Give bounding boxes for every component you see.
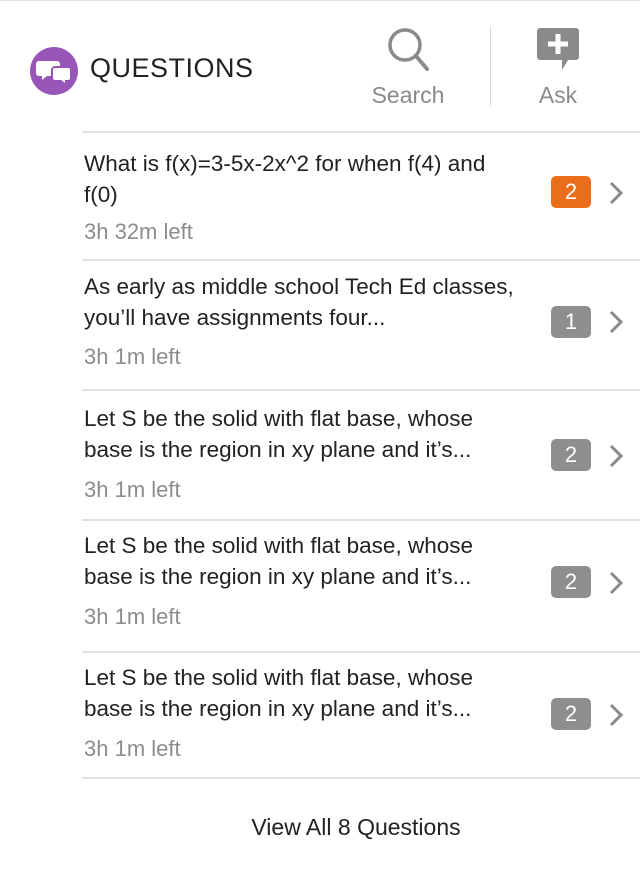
- question-row[interactable]: Let S be the solid with flat base, whose…: [82, 530, 640, 644]
- page-title: QUESTIONS: [90, 53, 254, 83]
- question-row[interactable]: Let S be the solid with flat base, whose…: [82, 403, 640, 516]
- question-row[interactable]: As early as middle school Tech Ed classe…: [82, 271, 640, 386]
- answer-count-badge: 1: [551, 306, 591, 338]
- question-row[interactable]: What is f(x)=3-5x-2x^2 for when f(4) and…: [82, 148, 640, 256]
- divider: [82, 651, 640, 653]
- divider: [82, 389, 640, 391]
- answer-count-badge: 2: [551, 566, 591, 598]
- add-question-icon: [537, 28, 579, 70]
- chevron-right-icon: [609, 181, 624, 205]
- question-text: Let S be the solid with flat base, whose…: [84, 406, 473, 462]
- chevron-right-icon: [609, 571, 624, 595]
- question-text: Let S be the solid with flat base, whose…: [84, 665, 473, 721]
- questions-header: QUESTIONS Search Ask: [0, 0, 640, 132]
- answer-count-badge: 2: [551, 176, 591, 208]
- chevron-right-icon: [609, 310, 624, 334]
- ask-button[interactable]: Ask: [510, 24, 606, 108]
- question-text: Let S be the solid with flat base, whose…: [84, 533, 473, 589]
- question-text: What is f(x)=3-5x-2x^2 for when f(4) and…: [84, 151, 486, 207]
- divider: [82, 131, 640, 133]
- time-left: 3h 1m left: [84, 736, 181, 761]
- time-left: 3h 1m left: [84, 477, 181, 502]
- time-left: 3h 1m left: [84, 344, 181, 369]
- search-icon: [388, 28, 429, 71]
- time-left: 3h 32m left: [84, 219, 193, 244]
- answer-count-badge: 2: [551, 439, 591, 471]
- header-divider: [490, 26, 491, 106]
- question-row[interactable]: Let S be the solid with flat base, whose…: [82, 662, 640, 776]
- ask-label: Ask: [538, 82, 578, 108]
- answer-count-badge: 2: [551, 698, 591, 730]
- view-all-questions-link[interactable]: View All 8 Questions: [0, 814, 640, 841]
- divider: [82, 519, 640, 521]
- time-left: 3h 1m left: [84, 604, 181, 629]
- chevron-right-icon: [609, 444, 624, 468]
- divider: [82, 777, 640, 779]
- chevron-right-icon: [609, 703, 624, 727]
- search-button[interactable]: Search: [360, 24, 456, 108]
- search-label: Search: [371, 82, 445, 108]
- divider: [82, 259, 640, 261]
- speech-bubbles-icon: [30, 47, 78, 95]
- question-text: As early as middle school Tech Ed classe…: [84, 274, 514, 330]
